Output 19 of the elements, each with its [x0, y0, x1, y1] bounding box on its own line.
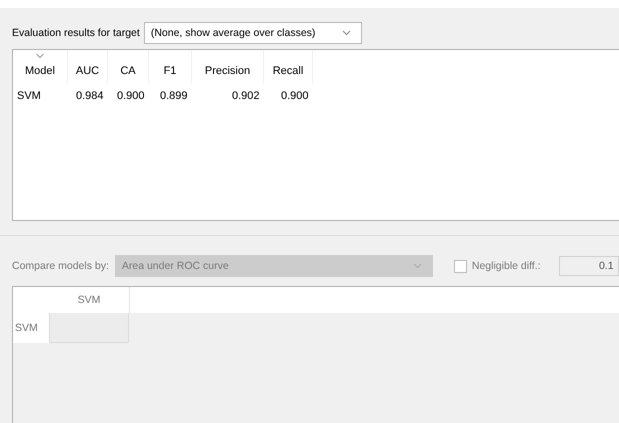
target-dropdown[interactable]: (None, show average over classes) — [144, 22, 362, 44]
table-cell: 0.902 — [192, 84, 264, 102]
column-header[interactable]: CA — [108, 50, 148, 84]
table-cell: 0.900 — [264, 84, 312, 102]
column-header[interactable]: F1 — [148, 50, 192, 84]
column-header[interactable]: AUC — [68, 50, 108, 84]
row-header: SVM — [13, 313, 49, 343]
column-header[interactable]: Recall — [264, 50, 312, 84]
column-header[interactable]: Precision — [192, 50, 264, 84]
column-header[interactable]: Model — [13, 50, 68, 84]
compare-label: Compare models by: — [12, 260, 109, 272]
negligible-label: Negligible diff.: — [472, 260, 541, 272]
table-cell: 0.984 — [68, 84, 108, 102]
target-label: Evaluation results for target — [12, 27, 140, 39]
chevron-icon — [412, 263, 422, 269]
table-cell: 0.900 — [108, 84, 148, 102]
chevron-icon — [342, 30, 351, 36]
table-cell: SVM — [13, 84, 68, 102]
table-cell: 0.899 — [148, 84, 192, 102]
